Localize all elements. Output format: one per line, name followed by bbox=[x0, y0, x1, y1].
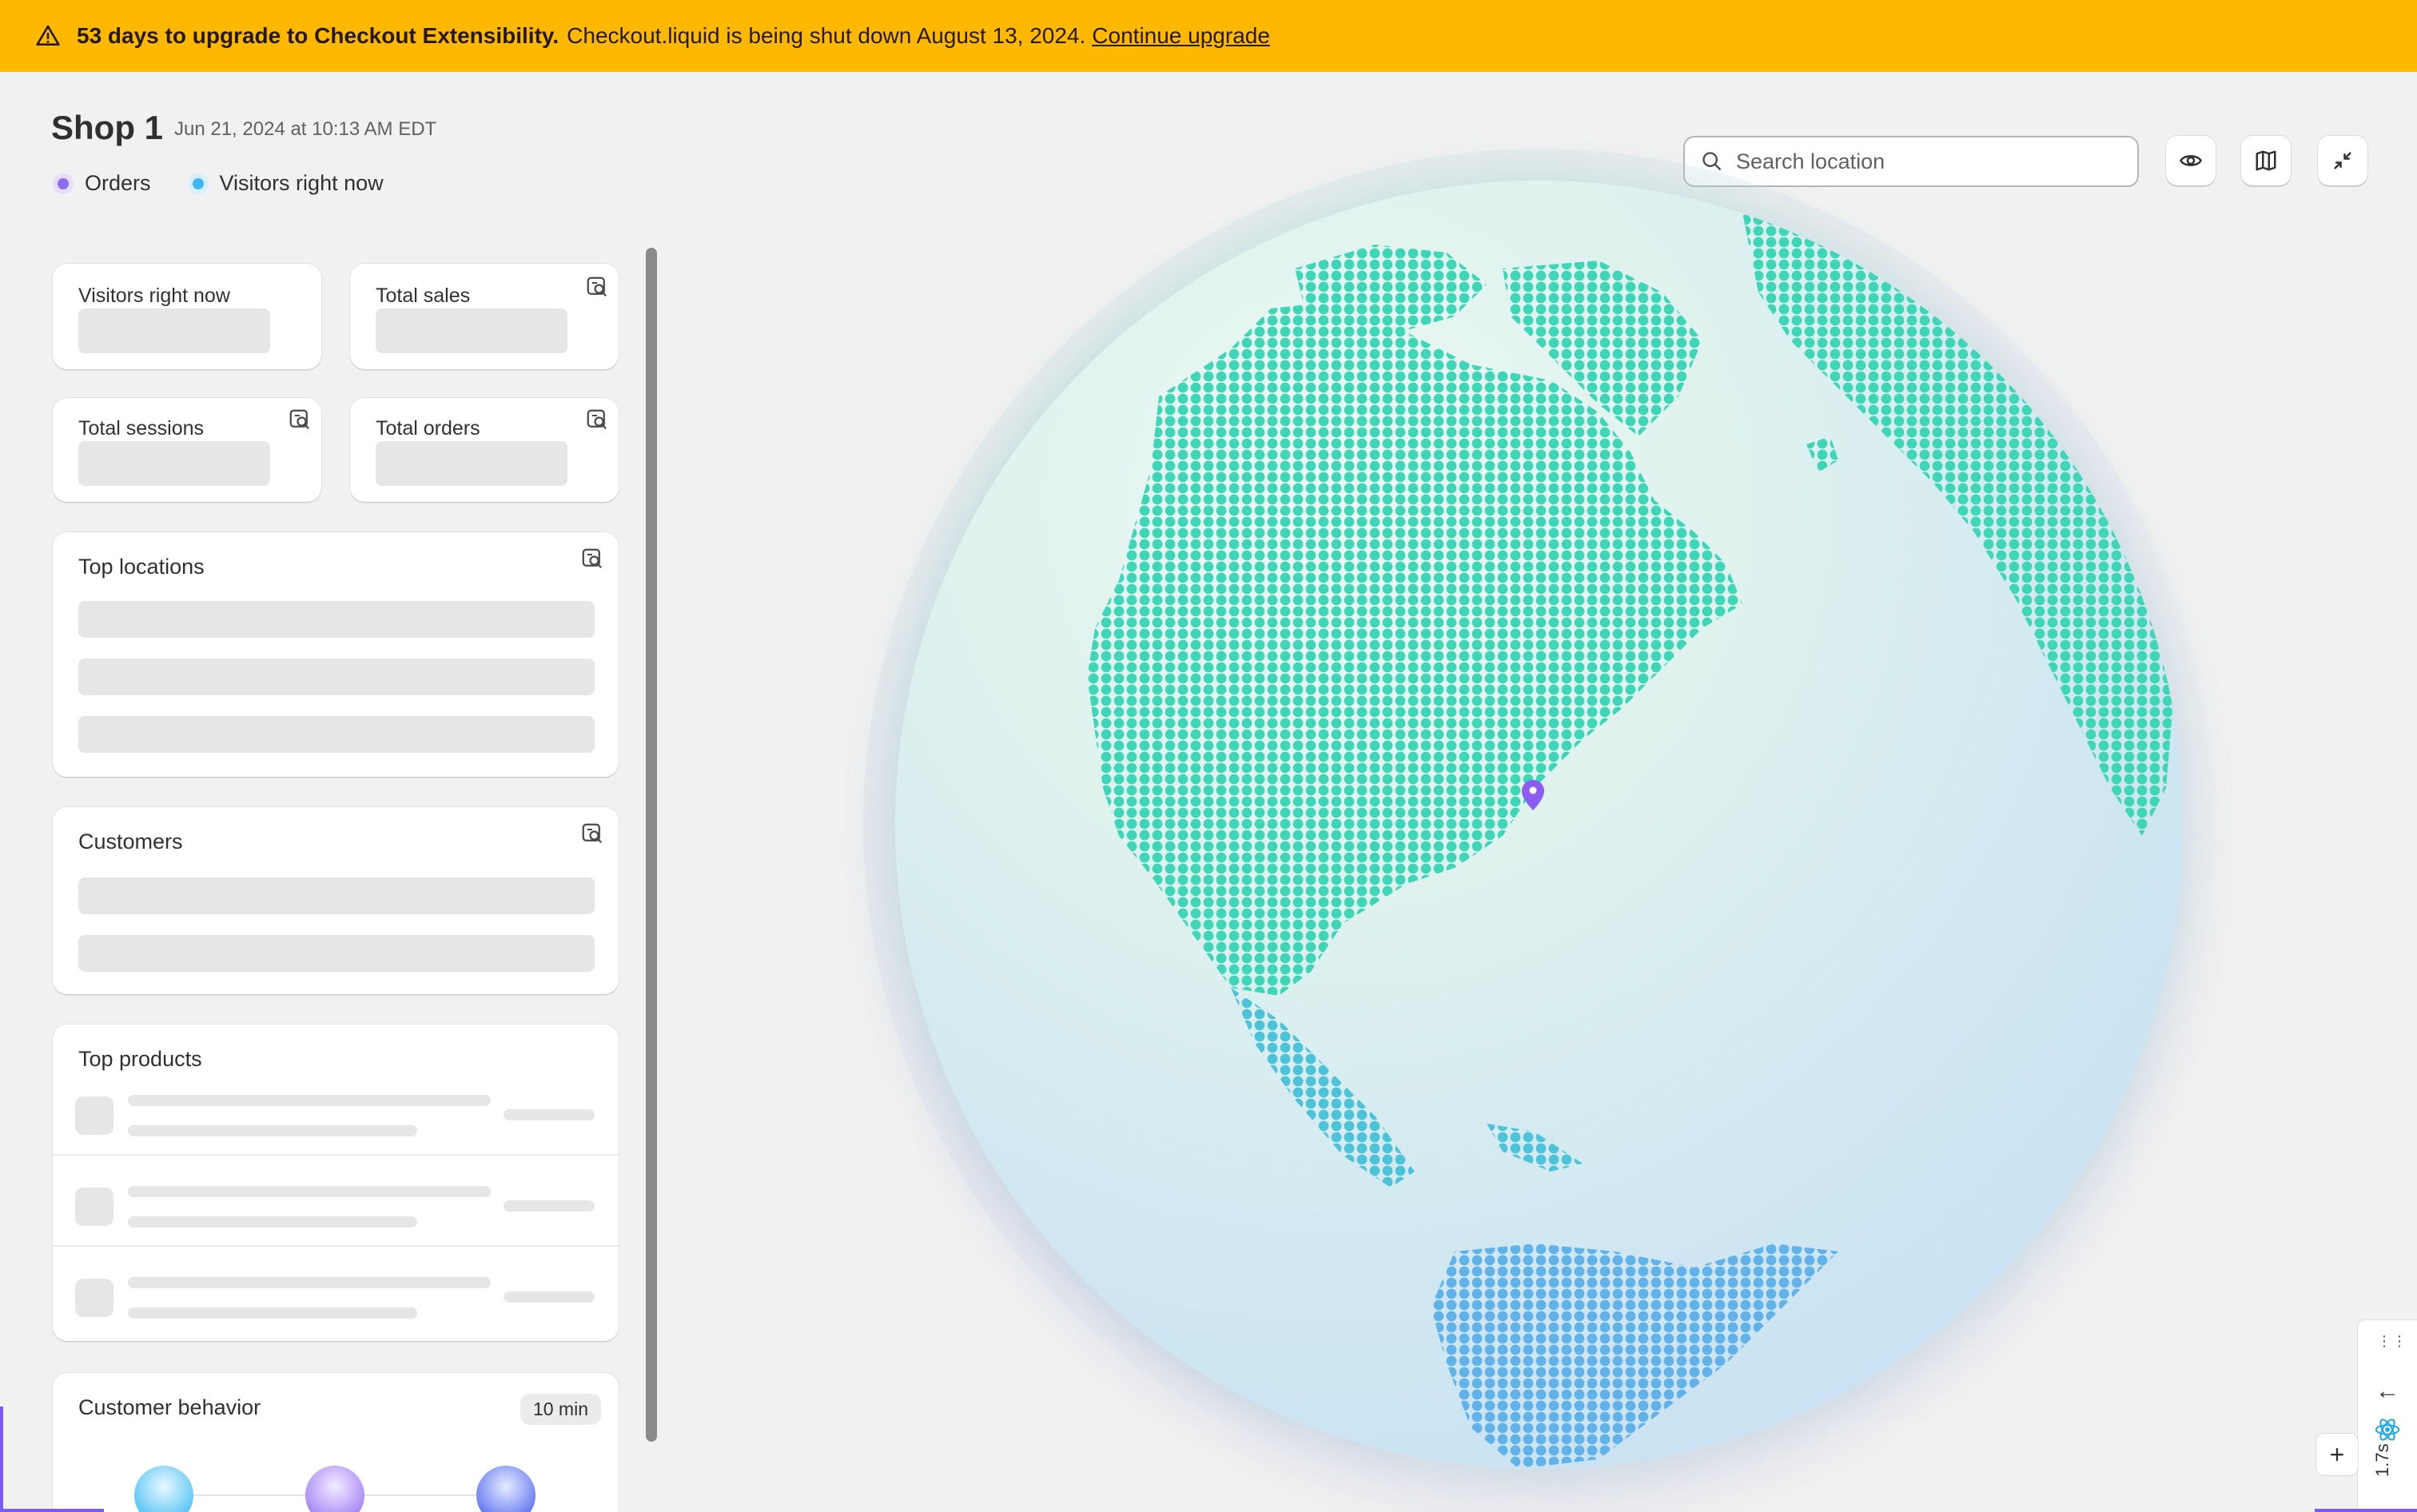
map-view-button[interactable] bbox=[2241, 136, 2291, 185]
total-sessions-title: Total sessions bbox=[78, 417, 205, 440]
legend: Orders Visitors right now bbox=[53, 171, 420, 196]
banner-bold-text: 53 days to upgrade to Checkout Extensibi… bbox=[77, 23, 559, 48]
top-products-title: Top products bbox=[78, 1047, 202, 1071]
location-skeleton-row bbox=[78, 716, 595, 753]
product-thumb-skeleton bbox=[75, 1279, 113, 1317]
drag-handle-icon[interactable]: ⋮⋮ bbox=[2377, 1333, 2407, 1350]
frame-edge bbox=[2315, 1509, 2417, 1512]
report-search-icon[interactable] bbox=[288, 408, 312, 432]
product-thumb-skeleton bbox=[75, 1096, 113, 1135]
product-value-skeleton bbox=[504, 1291, 595, 1303]
devtools-panel: ⋮⋮ ← 1.7s bbox=[2358, 1320, 2417, 1512]
total-orders-card[interactable]: Total orders bbox=[350, 398, 619, 502]
divider bbox=[53, 1245, 619, 1247]
metrics-panel: Visitors right now Total sales Total ses… bbox=[51, 262, 620, 1512]
search-location[interactable] bbox=[1683, 136, 2139, 187]
orders-dot-icon bbox=[53, 173, 74, 194]
customers-title: Customers bbox=[78, 830, 183, 853]
product-value-skeleton bbox=[504, 1200, 595, 1212]
map-icon bbox=[2256, 150, 2276, 171]
visitors-card[interactable]: Visitors right now bbox=[53, 264, 321, 369]
caribbean bbox=[1487, 1124, 1583, 1172]
report-search-icon[interactable] bbox=[585, 408, 609, 432]
legend-visitors[interactable]: Visitors right now bbox=[187, 171, 384, 196]
customer-skeleton-row bbox=[78, 877, 595, 914]
product-name-skeleton bbox=[128, 1277, 491, 1288]
report-search-icon[interactable] bbox=[585, 275, 609, 299]
product-thumb-skeleton bbox=[75, 1188, 113, 1226]
behavior-bubble-sessions bbox=[134, 1466, 193, 1512]
top-locations-card[interactable]: Top locations bbox=[53, 532, 619, 777]
visitors-skeleton bbox=[78, 308, 270, 353]
customer-behavior-card[interactable]: Customer behavior 10 min bbox=[53, 1373, 619, 1512]
total-sales-title: Total sales bbox=[376, 284, 471, 307]
search-location-input[interactable] bbox=[1736, 149, 2120, 174]
back-arrow-icon[interactable]: ← bbox=[2375, 1378, 2399, 1405]
behavior-bubble-cart bbox=[305, 1466, 364, 1512]
page-title: Shop 1 bbox=[51, 109, 164, 146]
panel-scrollbar[interactable] bbox=[646, 248, 657, 1442]
product-value-skeleton bbox=[504, 1109, 595, 1120]
exit-fullscreen-button[interactable] bbox=[2318, 136, 2367, 185]
iceland bbox=[1806, 436, 1838, 472]
continent-south-america bbox=[1431, 1243, 1838, 1469]
globe-container[interactable] bbox=[863, 149, 2216, 1501]
location-marker-icon bbox=[1522, 780, 1544, 810]
total-sessions-card[interactable]: Total sessions bbox=[53, 398, 321, 502]
total-sessions-skeleton bbox=[78, 441, 270, 486]
globe-map bbox=[1087, 213, 2174, 1469]
product-sub-skeleton bbox=[128, 1216, 417, 1228]
total-orders-skeleton bbox=[376, 441, 567, 486]
frame-edge bbox=[0, 1509, 104, 1512]
total-sales-card[interactable]: Total sales bbox=[350, 264, 619, 369]
visitors-dot-icon bbox=[187, 173, 209, 194]
eye-icon bbox=[2180, 155, 2202, 166]
top-locations-title: Top locations bbox=[78, 555, 205, 579]
continue-upgrade-link[interactable]: Continue upgrade bbox=[1092, 23, 1270, 49]
visibility-button[interactable] bbox=[2166, 136, 2216, 185]
product-sub-skeleton bbox=[128, 1125, 417, 1136]
legend-orders-label: Orders bbox=[85, 171, 151, 195]
product-name-skeleton bbox=[128, 1186, 491, 1197]
report-search-icon[interactable] bbox=[580, 822, 604, 846]
collapse-icon bbox=[2334, 152, 2351, 169]
continent-central-america bbox=[1231, 988, 1415, 1188]
globe[interactable] bbox=[895, 181, 2184, 1469]
product-sub-skeleton bbox=[128, 1307, 417, 1319]
customers-card[interactable]: Customers bbox=[53, 807, 619, 994]
legend-visitors-label: Visitors right now bbox=[219, 171, 384, 195]
upgrade-banner: 53 days to upgrade to Checkout Extensibi… bbox=[0, 0, 2417, 72]
legend-orders[interactable]: Orders bbox=[53, 171, 151, 196]
warning-icon bbox=[36, 25, 60, 46]
product-name-skeleton bbox=[128, 1095, 491, 1106]
frame-edge bbox=[0, 1407, 3, 1512]
render-time: 1.7s bbox=[2372, 1443, 2392, 1477]
banner-text: Checkout.liquid is being shut down Augus… bbox=[567, 23, 1086, 48]
page-date: Jun 21, 2024 at 10:13 AM EDT bbox=[174, 118, 437, 140]
customer-skeleton-row bbox=[78, 935, 595, 972]
location-skeleton-row bbox=[78, 601, 595, 638]
behavior-bubble-checkout bbox=[476, 1466, 536, 1512]
customer-behavior-title: Customer behavior bbox=[78, 1395, 261, 1419]
visitors-card-title: Visitors right now bbox=[78, 284, 230, 307]
total-orders-title: Total orders bbox=[376, 417, 480, 440]
continent-eurasia bbox=[1742, 213, 2174, 836]
react-icon[interactable] bbox=[2374, 1416, 2401, 1443]
top-products-card[interactable]: Top products bbox=[53, 1025, 619, 1341]
zoom-in-button[interactable]: + bbox=[2316, 1434, 2358, 1475]
divider bbox=[53, 1154, 619, 1156]
report-search-icon[interactable] bbox=[580, 547, 604, 571]
location-skeleton-row bbox=[78, 659, 595, 695]
total-sales-skeleton bbox=[376, 308, 567, 353]
time-range-badge[interactable]: 10 min bbox=[520, 1394, 601, 1425]
